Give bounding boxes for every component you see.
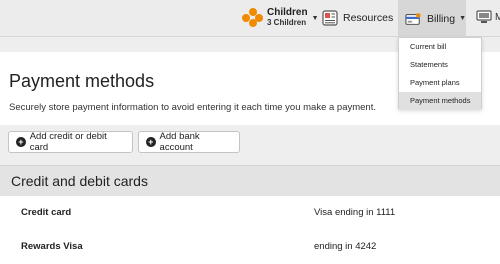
- monitor-icon: [476, 10, 492, 23]
- chevron-down-icon: ▼: [311, 14, 319, 22]
- add-bank-button[interactable]: + Add bank account: [138, 131, 240, 153]
- card-name: Credit card: [21, 207, 72, 218]
- add-card-label: Add credit or debit card: [29, 131, 107, 153]
- add-bank-label: Add bank account: [159, 131, 200, 153]
- resources-menu[interactable]: Resources: [322, 8, 393, 28]
- section-title: Credit and debit cards: [11, 173, 148, 189]
- menu-item-payment-plans[interactable]: Payment plans: [399, 74, 481, 92]
- plus-circle-icon: +: [146, 137, 156, 147]
- top-nav: Children 3 Children ▼ Resources Billing …: [0, 0, 500, 37]
- children-icon: [242, 8, 264, 28]
- cards-section-header: Credit and debit cards: [0, 165, 500, 196]
- billing-label: Billing: [427, 12, 456, 25]
- children-menu[interactable]: Children 3 Children ▼: [242, 6, 319, 30]
- children-label: Children: [267, 7, 308, 18]
- extra-label: M: [495, 11, 500, 23]
- chevron-down-icon: ▼: [459, 15, 466, 22]
- menu-item-payment-methods[interactable]: Payment methods: [399, 92, 481, 110]
- plus-circle-icon: +: [16, 137, 26, 147]
- page-subtitle: Securely store payment information to av…: [9, 102, 376, 113]
- card-name: Rewards Visa: [21, 241, 83, 252]
- resources-label: Resources: [343, 12, 394, 24]
- resources-icon: [322, 10, 338, 26]
- card-detail: ending in 4242: [314, 241, 377, 252]
- menu-item-current-bill[interactable]: Current bill: [399, 38, 481, 56]
- billing-menu[interactable]: Billing ▼: [398, 0, 466, 37]
- cards-list: Credit card Visa ending in 1111 Rewards …: [0, 196, 500, 264]
- page-title: Payment methods: [9, 71, 155, 91]
- billing-icon: [405, 12, 421, 25]
- extra-menu[interactable]: M: [476, 10, 500, 24]
- card-row[interactable]: Credit card Visa ending in 1111: [0, 196, 500, 228]
- billing-dropdown: Current bill Statements Payment plans Pa…: [398, 37, 482, 110]
- menu-item-statements[interactable]: Statements: [399, 56, 481, 74]
- add-card-button[interactable]: + Add credit or debit card: [8, 131, 133, 153]
- card-row[interactable]: Rewards Visa ending in 4242: [0, 230, 500, 262]
- children-count: 3 Children: [267, 18, 307, 27]
- card-detail: Visa ending in 1111: [314, 207, 396, 218]
